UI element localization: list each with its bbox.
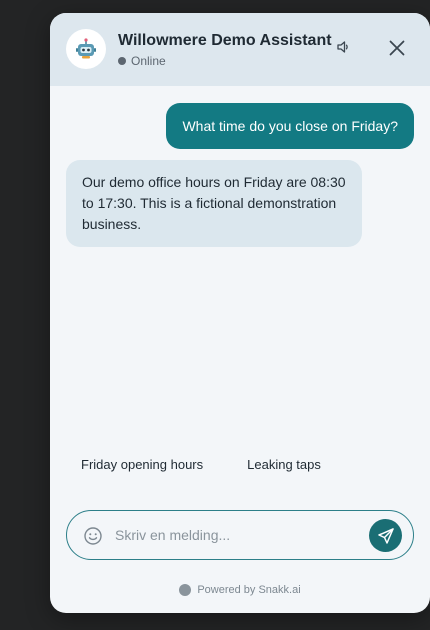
assistant-message-bubble: Our demo office hours on Friday are 08:3… bbox=[66, 160, 362, 247]
chat-widget: Willowmere Demo Assistant Online What ti… bbox=[50, 13, 430, 613]
assistant-avatar bbox=[66, 29, 106, 69]
online-status: Online bbox=[118, 54, 166, 68]
suggestion-friday-opening-hours[interactable]: Friday opening hours bbox=[66, 451, 218, 478]
smiley-icon bbox=[84, 527, 102, 545]
powered-by-footer: Powered by Snakk.ai bbox=[50, 584, 430, 596]
message-composer bbox=[66, 510, 414, 560]
message-input[interactable] bbox=[115, 523, 355, 547]
chat-header: Willowmere Demo Assistant Online bbox=[50, 13, 430, 86]
status-label: Online bbox=[131, 54, 166, 68]
send-button[interactable] bbox=[369, 519, 402, 552]
suggestion-leaking-taps[interactable]: Leaking taps bbox=[232, 451, 336, 478]
close-button[interactable] bbox=[387, 38, 407, 58]
send-icon bbox=[377, 527, 394, 544]
powered-by-text: Powered by Snakk.ai bbox=[197, 584, 301, 596]
robot-icon bbox=[76, 38, 96, 59]
user-message-bubble: What time do you close on Friday? bbox=[166, 103, 414, 149]
suggestion-chips: Friday opening hours Leaking taps bbox=[66, 451, 336, 478]
snakk-logo-icon bbox=[179, 584, 192, 596]
status-dot-icon bbox=[118, 57, 126, 65]
speaker-icon bbox=[337, 41, 348, 53]
emoji-button[interactable] bbox=[83, 526, 103, 546]
assistant-title: Willowmere Demo Assistant bbox=[118, 32, 332, 49]
close-icon bbox=[389, 40, 405, 56]
sound-toggle-button[interactable] bbox=[336, 39, 352, 55]
